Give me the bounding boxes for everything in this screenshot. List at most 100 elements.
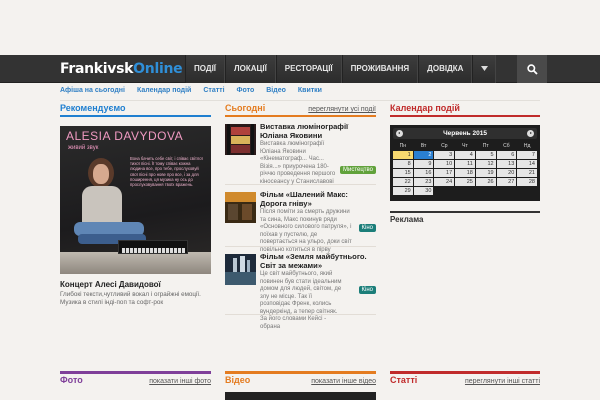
event-title[interactable]: Фільм «Шалений Макс: Дорога гніву» <box>260 190 376 208</box>
nav-item-events[interactable]: ПОДІЇ <box>185 55 225 83</box>
calendar-day[interactable]: 20 <box>496 169 517 177</box>
calendar-weekday-label: Нд <box>523 143 531 149</box>
video-more-link[interactable]: показати інше відео <box>311 378 376 385</box>
nav-item-restaurants[interactable]: РЕСТОРАЦІЇ <box>275 55 342 83</box>
poster-subtitle: живий звук <box>68 145 99 151</box>
video-thumbnail-strip[interactable] <box>225 392 376 400</box>
recommend-section: Рекомендуємо ALESIA DAVYDOVA живий звук … <box>60 103 211 307</box>
performer-face <box>93 164 109 184</box>
nav-item-accommodation[interactable]: ПРОЖИВАННЯ <box>341 55 419 83</box>
subnav-calendar-link[interactable]: Календар подій <box>137 87 191 94</box>
calendar-day[interactable]: 17 <box>434 169 455 177</box>
site-logo[interactable]: FrankivskOnline <box>60 59 183 79</box>
today-section: Сьогодні переглянути усі події Виставка … <box>225 103 376 330</box>
previous-month-button[interactable] <box>396 130 403 137</box>
calendar-day[interactable]: 6 <box>496 151 517 159</box>
calendar-day[interactable]: 26 <box>475 178 496 186</box>
event-thumbnail[interactable] <box>225 124 256 155</box>
event-thumbnail[interactable] <box>225 192 256 223</box>
event-item[interactable]: Виставка люмінографії Юліана Яковини Вис… <box>225 121 376 185</box>
performer-body <box>82 186 122 226</box>
calendar-day[interactable]: 3 <box>434 151 455 159</box>
event-title[interactable]: Виставка люмінографії Юліана Яковини <box>260 122 376 140</box>
keyboard-keys <box>122 248 185 253</box>
subnav-video-link[interactable]: Відео <box>266 87 286 94</box>
event-description: Після поміти за смерть дружини та сина, … <box>260 209 352 253</box>
calendar-day[interactable]: 5 <box>475 151 496 159</box>
subnav-tickets-link[interactable]: Квитки <box>298 87 322 94</box>
recommend-poster-image[interactable]: ALESIA DAVYDOVA живий звук Вона бачить с… <box>60 126 211 274</box>
calendar-day[interactable]: 12 <box>475 160 496 168</box>
calendar-day[interactable]: 28 <box>517 178 537 186</box>
calendar-day[interactable]: 24 <box>434 178 455 186</box>
calendar-weekday-label: Пт <box>482 143 489 149</box>
calendar-day[interactable]: 14 <box>517 160 537 168</box>
nav-item-locations[interactable]: ЛОКАЦІЇ <box>225 55 276 83</box>
event-category-badge[interactable]: Кіно <box>358 286 376 294</box>
search-button[interactable] <box>517 55 547 83</box>
calendar-widget: Червень 2015 Пн Вт Ср Чт Пт Сб Нд 1 2 3 4 5 6 7 8 9 10 11… <box>390 125 540 201</box>
calendar-day[interactable]: 11 <box>455 160 475 168</box>
subnav-today-link[interactable]: Афіша на сьогодні <box>60 87 125 94</box>
photo-title: Фото <box>60 375 83 385</box>
top-navigation-bar: FrankivskOnline ПОДІЇ ЛОКАЦІЇ РЕСТОРАЦІЇ… <box>0 55 600 83</box>
event-item[interactable]: Фільм «Земля майбутнього. Світ за межами… <box>225 251 376 330</box>
calendar-weekday-label: Чт <box>462 143 468 149</box>
calendar-empty-cell <box>476 187 496 195</box>
calendar-day[interactable]: 1 <box>393 151 413 159</box>
subnav-photo-link[interactable]: Фото <box>237 87 255 94</box>
next-month-button[interactable] <box>527 130 534 137</box>
event-description: Виставка люмінографії Юліана Яковини «Кі… <box>260 141 336 185</box>
poster-artist-name: ALESIA DAVYDOVA <box>66 129 184 143</box>
calendar-day[interactable]: 4 <box>455 151 475 159</box>
calendar-day[interactable]: 18 <box>455 169 475 177</box>
calendar-weekday-label: Сб <box>503 143 510 149</box>
calendar-day[interactable]: 23 <box>413 178 434 186</box>
calendar-day[interactable]: 29 <box>393 187 413 195</box>
articles-title: Статті <box>390 375 418 385</box>
calendar-day[interactable]: 21 <box>517 169 537 177</box>
synth-keyboard <box>118 240 188 254</box>
photo-section-header: Фото показати інші фото <box>60 371 211 385</box>
articles-section-header: Статті переглянути інші статті <box>390 371 540 385</box>
today-more-link[interactable]: переглянути усі події <box>308 106 376 113</box>
recommend-caption[interactable]: Концерт Алесі Давидової <box>60 280 211 289</box>
calendar-day[interactable]: 2 <box>413 151 434 159</box>
calendar-day[interactable]: 8 <box>393 160 413 168</box>
calendar-empty-cell <box>455 187 475 195</box>
nav-item-directory[interactable]: ДОВІДКА <box>418 55 473 83</box>
calendar-day[interactable]: 9 <box>413 160 434 168</box>
divider <box>390 211 540 213</box>
calendar-day[interactable]: 10 <box>434 160 455 168</box>
today-title: Сьогодні <box>225 103 266 113</box>
video-section-header: Відео показати інше відео <box>225 371 376 385</box>
event-item[interactable]: Фільм «Шалений Макс: Дорога гніву» Після… <box>225 189 376 253</box>
logo-part-1: Frankivsk <box>60 61 134 77</box>
subnav-articles-link[interactable]: Статті <box>203 87 224 94</box>
search-icon <box>526 63 538 75</box>
calendar-day[interactable]: 13 <box>496 160 517 168</box>
calendar-grid: Пн Вт Ср Чт Пт Сб Нд 1 2 3 4 5 6 7 8 9 10 11 12 13 14 15 16 17 1… <box>393 142 537 195</box>
event-category-badge[interactable]: Кіно <box>358 224 376 232</box>
calendar-title: Календар подій <box>390 103 460 113</box>
calendar-day[interactable]: 22 <box>393 178 413 186</box>
calendar-day[interactable]: 27 <box>496 178 517 186</box>
logo-part-2: Online <box>133 61 183 77</box>
photo-more-link[interactable]: показати інші фото <box>149 378 211 385</box>
calendar-day[interactable]: 16 <box>413 169 434 177</box>
nav-more-button[interactable] <box>472 55 497 83</box>
floor-papers <box>60 252 211 274</box>
event-thumbnail[interactable] <box>225 254 256 285</box>
calendar-day[interactable]: 19 <box>475 169 496 177</box>
calendar-day[interactable]: 15 <box>393 169 413 177</box>
articles-more-link[interactable]: переглянути інші статті <box>465 378 540 385</box>
sub-navigation: Афіша на сьогодні Календар подій Статті … <box>0 84 600 96</box>
calendar-day[interactable]: 25 <box>455 178 475 186</box>
event-category-badge[interactable]: Мистецтво <box>339 166 376 174</box>
event-description: Це світ майбутнього, який повинен був ст… <box>260 271 342 330</box>
event-title[interactable]: Фільм «Земля майбутнього. Світ за межами… <box>260 252 376 270</box>
calendar-day[interactable]: 30 <box>413 187 434 195</box>
calendar-day[interactable]: 7 <box>517 151 537 159</box>
calendar-weekday-label: Ср <box>441 143 448 149</box>
calendar-empty-cell <box>497 187 517 195</box>
